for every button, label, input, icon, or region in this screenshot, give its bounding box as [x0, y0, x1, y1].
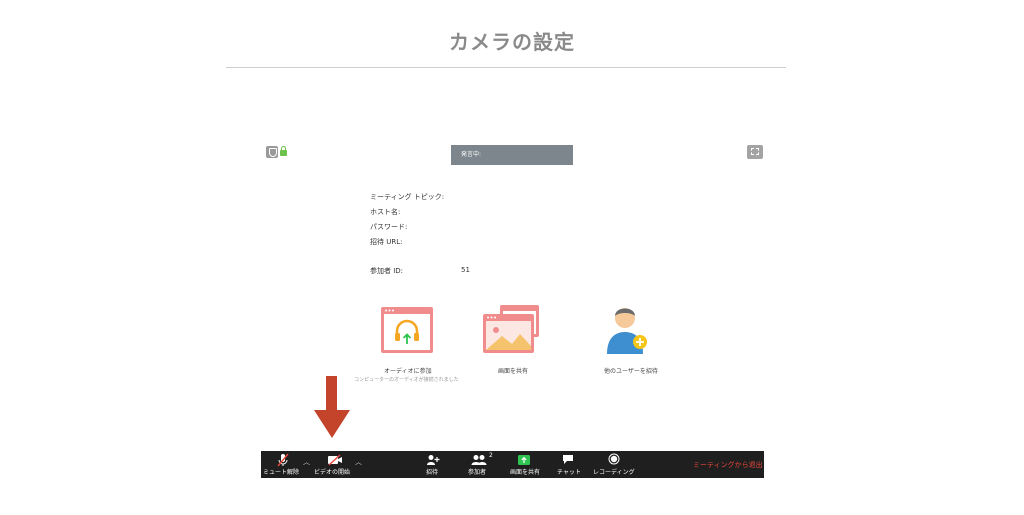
info-host: ホスト名: — [370, 208, 401, 216]
leave-meeting-button[interactable]: ミーティングから退出 — [693, 460, 763, 470]
recording-label: レコーディング — [593, 469, 635, 476]
shield-icon[interactable] — [266, 146, 278, 158]
participant-id-value: 51 — [461, 266, 470, 274]
share-screen-toolbar-button[interactable]: 画面を共有 — [507, 451, 541, 478]
share-screen-icon — [483, 305, 539, 353]
participants-button[interactable]: 2 参加者 — [465, 451, 497, 478]
join-audio-status: コンピューターのオーディオが接続されました — [354, 377, 459, 383]
add-user-icon — [427, 455, 440, 465]
invite-label: 招待 — [426, 469, 439, 476]
title-divider — [226, 67, 786, 68]
video-options-chevron-up-icon[interactable]: ︿ — [355, 457, 362, 467]
join-audio-button[interactable] — [380, 306, 434, 354]
share-screen-toolbar-label: 画面を共有 — [510, 469, 541, 476]
participants-label: 参加者 — [468, 469, 487, 476]
audio-options-chevron-up-icon[interactable]: ︿ — [303, 457, 310, 467]
participant-id-label: 参加者 ID: — [370, 267, 404, 275]
share-screen-label: 画面を共有 — [498, 368, 529, 375]
share-screen-button[interactable] — [482, 304, 540, 354]
headphones-icon — [381, 307, 433, 353]
unmute-label: ミュート解除 — [263, 469, 300, 476]
start-video-button[interactable]: ビデオの開始 — [313, 451, 357, 478]
invite-others-button[interactable] — [603, 302, 651, 356]
annotation-arrow-shaft — [326, 376, 337, 412]
join-audio-label: オーディオに参加 — [384, 368, 432, 375]
speaking-indicator: 発言中: — [451, 145, 573, 165]
info-invite-url: 招待 URL: — [370, 238, 403, 246]
recording-button[interactable]: レコーディング — [591, 451, 637, 478]
share-screen-arrow-icon — [518, 455, 530, 465]
meeting-info: ミーティング トピック: ホスト名: パスワード: 招待 URL: — [370, 190, 444, 250]
lock-icon — [280, 146, 287, 156]
muted-mic-icon — [277, 453, 289, 467]
page-title: カメラの設定 — [449, 30, 575, 54]
invite-others-label: 他のユーザーを招待 — [604, 368, 658, 375]
chat-icon — [563, 455, 573, 464]
record-icon — [608, 453, 620, 465]
participants-icon — [471, 455, 487, 465]
participants-count: 2 — [489, 452, 493, 459]
start-video-label: ビデオの開始 — [314, 469, 351, 476]
chat-button[interactable]: チャット — [555, 451, 581, 478]
info-password: パスワード: — [370, 223, 408, 231]
add-user-icon — [607, 308, 647, 354]
meeting-toolbar: ミュート解除 ︿ ビデオの開始 ︿ 招待 2 参加者 画面を共有 チャット レコ… — [261, 451, 764, 478]
fullscreen-icon[interactable] — [747, 145, 763, 159]
annotation-arrow-icon — [314, 410, 350, 438]
info-topic: ミーティング トピック: — [370, 193, 445, 201]
unmute-button[interactable]: ミュート解除 — [261, 451, 301, 478]
invite-button[interactable]: 招待 — [421, 451, 445, 478]
video-off-icon — [328, 454, 342, 466]
chat-label: チャット — [557, 469, 581, 476]
